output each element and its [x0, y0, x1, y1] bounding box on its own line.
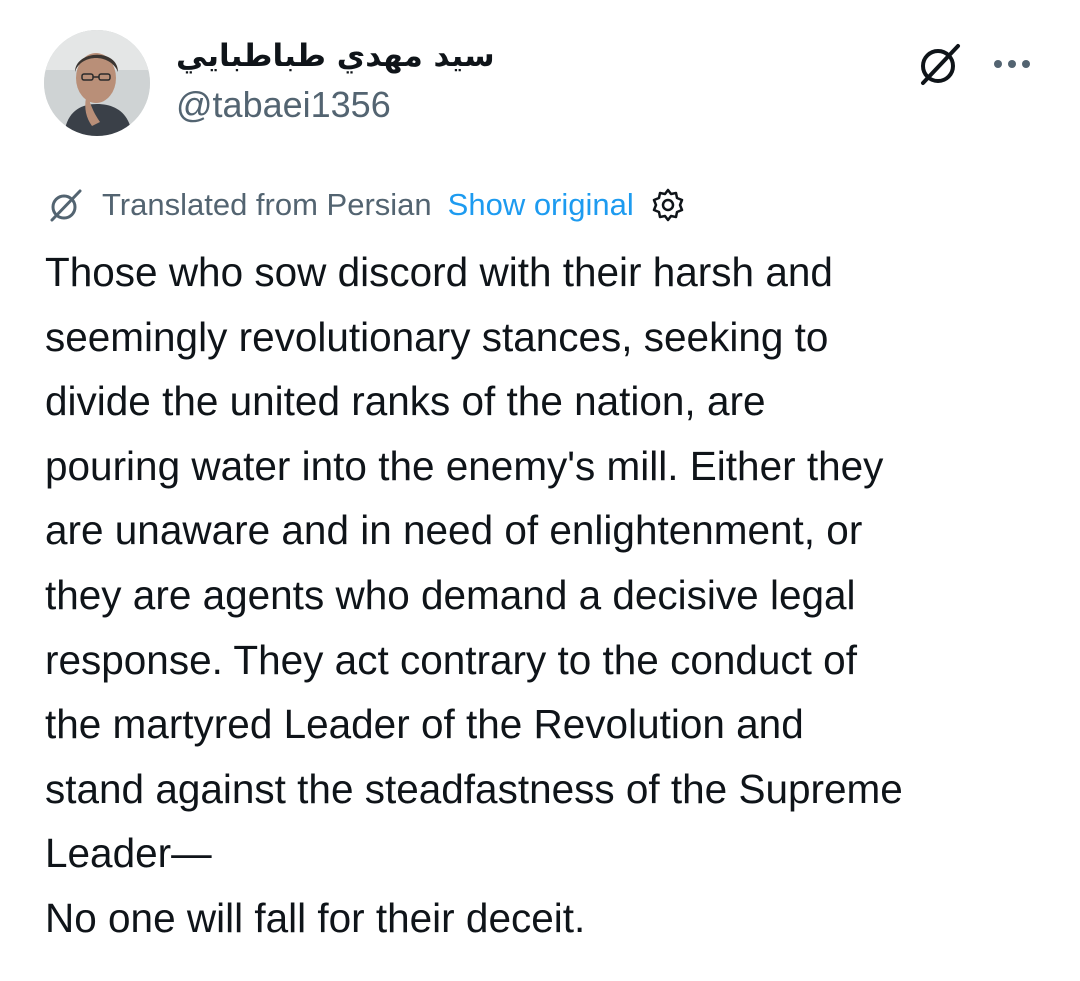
show-original-link[interactable]: Show original — [448, 187, 634, 223]
tweet: سيد مهدي طباطبايي @tabaei1356 Translated — [0, 0, 1080, 981]
translation-notice: Translated from Persian Show original — [46, 182, 688, 228]
tweet-header: سيد مهدي طباطبايي @tabaei1356 — [44, 28, 1044, 138]
grok-icon — [921, 44, 960, 85]
display-name[interactable]: سيد مهدي طباطبايي — [176, 34, 495, 78]
user-handle[interactable]: @tabaei1356 — [176, 80, 495, 130]
tweet-text: Those who sow discord with their harsh a… — [45, 249, 903, 941]
avatar[interactable] — [44, 30, 150, 136]
author-names: سيد مهدي طباطبايي @tabaei1356 — [176, 34, 495, 130]
grok-translate-icon — [46, 185, 86, 225]
gear-icon[interactable] — [648, 185, 688, 225]
translated-from-label: Translated from Persian — [102, 187, 432, 222]
avatar-photo — [44, 30, 150, 136]
more-options-button[interactable] — [986, 38, 1038, 90]
more-options-icon — [994, 60, 1030, 68]
grok-button[interactable] — [914, 38, 966, 90]
